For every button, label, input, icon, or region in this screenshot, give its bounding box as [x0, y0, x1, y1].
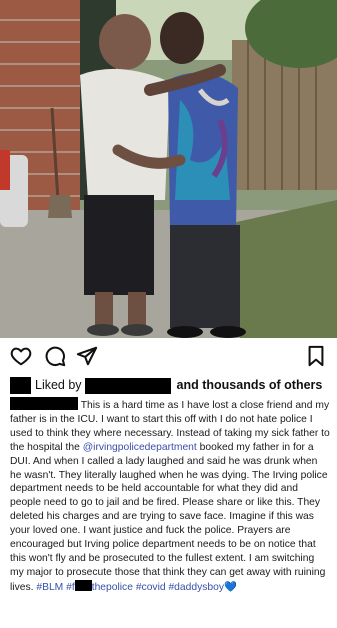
post-action-bar: [10, 343, 327, 369]
mention-link[interactable]: @irvingpolicedepartment: [83, 442, 197, 453]
post-caption: This is a hard time as I have lost a clo…: [10, 397, 330, 595]
comment-bubble-icon[interactable]: [44, 345, 66, 367]
paper-plane-icon[interactable]: [76, 345, 98, 367]
caption-line1: This is a hard time as I have lost a clo…: [80, 400, 293, 411]
redacted-username[interactable]: [85, 377, 172, 394]
heart-outline-icon[interactable]: [10, 345, 32, 367]
likes-prefix: Liked by: [35, 378, 82, 392]
hashtag-daddysboy[interactable]: #daddysboy: [168, 582, 224, 593]
post-photo-illustration: [0, 0, 337, 338]
bookmark-outline-icon[interactable]: [305, 345, 327, 367]
blue-heart-emoji: 💙: [224, 581, 237, 593]
instagram-post: Liked by and thousands of others This is…: [0, 0, 337, 628]
hashtag-blm[interactable]: #BLM: [36, 582, 63, 593]
hashtag-ftp[interactable]: #f thepolice: [66, 579, 133, 593]
likes-suffix[interactable]: and thousands of others: [177, 378, 323, 392]
caption-body-2: booked my father in for a DUI. And when …: [10, 441, 328, 593]
likes-line: Liked by and thousands of others: [10, 375, 331, 395]
redacted-hashtag-part: [74, 579, 92, 591]
redacted-author-username[interactable]: [10, 397, 78, 410]
hashtag-ftp-suffix: thepolice: [91, 581, 133, 593]
redacted-avatar: [10, 377, 31, 395]
post-photo[interactable]: [0, 0, 337, 338]
hashtag-covid[interactable]: #covid: [136, 582, 166, 593]
hashtag-ftp-prefix: #f: [66, 581, 75, 593]
